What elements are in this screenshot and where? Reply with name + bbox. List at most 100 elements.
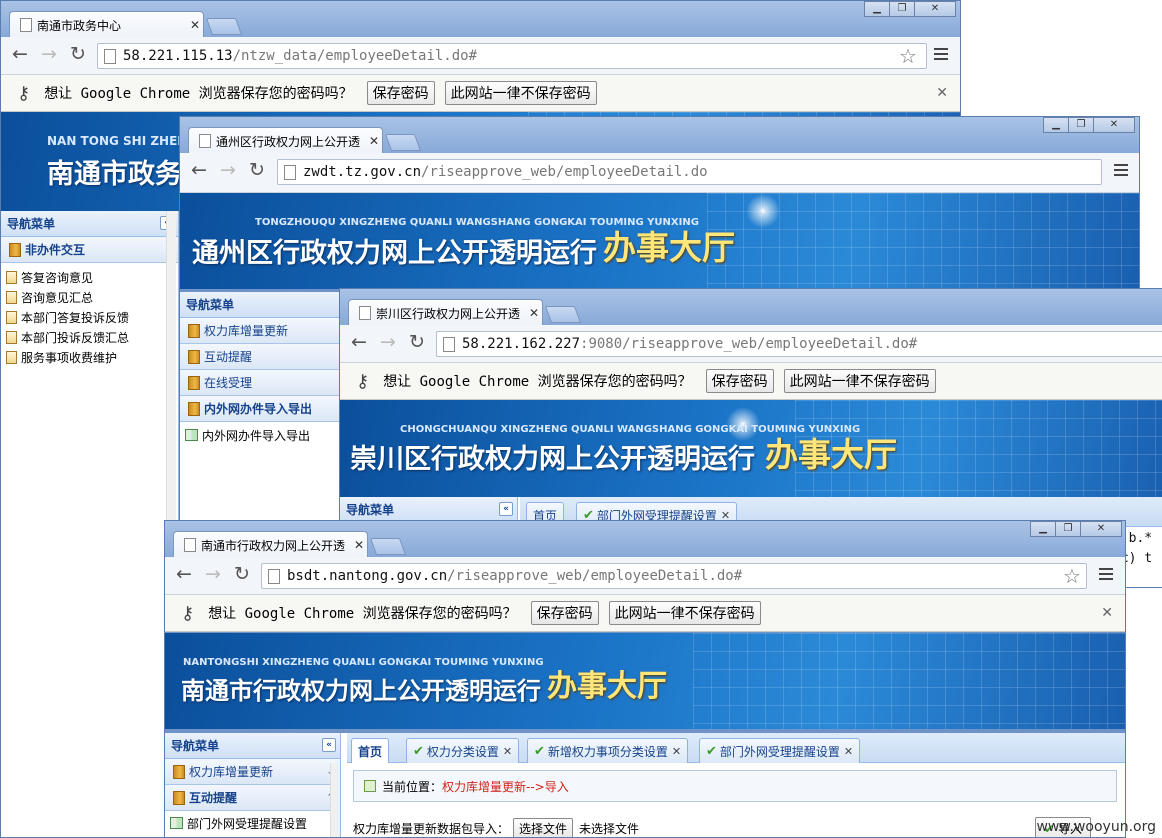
never-save-password-button[interactable]: 此网站一律不保存密码 [783,369,936,393]
tab-label: 新增权力事项分类设置 [547,744,668,759]
address-bar[interactable]: bsdt.nantong.gov.cn/riseapprove_web/empl… [261,563,1087,589]
sidebar-section[interactable]: 权力库增量更新 [180,318,339,344]
page-tabstrip: 首页 ✔ 权力分类设置 ✕ ✔ 新增权力事项分类设置 ✕ ✔ 部门外网受理提醒设置 ✕ [347,733,1125,763]
favicon-icon [20,18,32,32]
address-bar[interactable]: 58.221.115.13/ntzw_data/employeeDetail.d… [97,43,927,69]
sidebar-item[interactable]: 咨询意见汇总 [1,287,178,307]
sidebar-section[interactable]: 在线受理 [180,370,339,396]
address-bar[interactable]: zwdt.tz.gov.cn/riseapprove_web/employeeD… [277,159,1102,185]
sidebar-section[interactable]: 内外网办件导入导出 [180,396,339,422]
location-path[interactable]: 权力库增量更新-->导入 [442,778,569,795]
tab-close-icon[interactable]: ✕ [672,745,681,758]
minimize-button[interactable]: ▁ [1030,521,1056,537]
tab-home[interactable]: 首页 [351,738,390,763]
sidebar-item[interactable]: 服务事项收费维护 [1,347,178,367]
forward-arrow-icon[interactable]: → [38,43,60,65]
minimize-button[interactable]: ▁ [1043,117,1069,133]
sidebar-item[interactable]: 本部门答复投诉反馈 [1,307,178,327]
sidebar-item-label: 本部门答复投诉反馈 [21,310,130,325]
new-tab-button[interactable] [544,306,582,323]
back-arrow-icon[interactable]: ← [348,331,370,353]
back-arrow-icon[interactable]: ← [188,159,210,181]
sidebar-header: 导航菜单 [180,292,339,318]
bookmark-star-icon[interactable]: ☆ [1063,564,1081,588]
site-banner: NANTONGSHI XINGZHENG QUANLI GONGKAI TOUM… [165,633,1125,729]
back-arrow-icon[interactable]: ← [173,563,195,585]
file-status: 未选择文件 [579,821,640,836]
forward-arrow-icon[interactable]: → [202,563,224,585]
infobar-message: 想让 Google Chrome 浏览器保存您的密码吗？ [44,86,353,102]
url-host: bsdt.nantong.gov.cn [287,568,448,584]
chrome-menu-icon[interactable] [1099,568,1113,582]
upload-row: 权力库增量更新数据包导入： 选择文件 未选择文件 ✔ 导入 [353,815,1113,837]
tab-label: 权力分类设置 [426,744,499,759]
infobar-close-icon[interactable]: ✕ [936,85,948,101]
tab-close-icon[interactable]: ✕ [844,745,853,758]
reload-icon[interactable]: ↻ [67,43,89,65]
banner-title: 崇川区行政权力网上公开透明运行 [350,444,755,475]
close-window-button[interactable]: ✕ [914,1,956,17]
sidebar-item[interactable]: 内外网办件导入导出 [180,425,339,445]
nav-sidebar: 导航菜单 « 非办件交互 ⌃ 答复咨询意见 咨询意见汇总 本部门答复投诉反馈 本… [1,211,179,837]
browser-tab[interactable]: 通州区行政权力网上公开透 ✕ [188,127,383,154]
save-password-button[interactable]: 保存密码 [705,369,774,393]
tab-close-icon[interactable]: ✕ [351,538,367,552]
bookmark-star-icon[interactable]: ☆ [899,44,917,68]
tab-new-power-category[interactable]: ✔ 新增权力事项分类设置 ✕ [527,738,689,763]
tab-power-category[interactable]: ✔ 权力分类设置 ✕ [406,738,520,763]
sidebar-item[interactable]: 本部门投诉反馈汇总 [1,327,178,347]
check-icon: ✔ [534,743,545,759]
sidebar-section[interactable]: 互动提醒 [180,344,339,370]
section-label: 非办件交互 [25,243,86,257]
maximize-button[interactable]: ❐ [1068,117,1094,133]
browser-tab[interactable]: 南通市行政权力网上公开透 ✕ [173,531,368,558]
sidebar-item[interactable]: 部门外网受理提醒设置 [165,813,340,833]
never-save-password-button[interactable]: 此网站一律不保存密码 [444,81,597,105]
collapse-icon[interactable]: « [499,502,513,516]
browser-toolbar: ← → ↻ 58.221.115.13/ntzw_data/employeeDe… [1,37,960,75]
back-arrow-icon[interactable]: ← [9,43,31,65]
page-icon [284,164,296,180]
reload-icon[interactable]: ↻ [246,159,268,181]
browser-tab[interactable]: 南通市政务中心 ✕ [9,11,204,38]
maximize-button[interactable]: ❐ [1055,521,1081,537]
save-password-button[interactable]: 保存密码 [530,601,599,625]
tab-reminder-settings[interactable]: ✔ 部门外网受理提醒设置 ✕ [699,738,861,763]
never-save-password-button[interactable]: 此网站一律不保存密码 [608,601,761,625]
sidebar-item[interactable]: 答复咨询意见 [1,267,178,287]
collapse-icon[interactable]: « [322,738,336,752]
maximize-button[interactable]: ❐ [889,1,915,17]
tab-close-icon[interactable]: ✕ [366,134,382,148]
save-password-button[interactable]: 保存密码 [366,81,435,105]
browser-tab[interactable]: 崇川区行政权力网上公开透 ✕ [348,299,543,326]
tab-close-icon[interactable]: ✕ [187,18,203,32]
book-icon [188,375,200,390]
book-icon [188,401,200,416]
sidebar-section[interactable]: 权力库增量更新⌄ [165,759,340,785]
address-bar[interactable]: 58.221.162.227:9080/riseapprove_web/empl… [436,331,1162,357]
close-window-button[interactable]: ✕ [1080,521,1122,537]
choose-file-button[interactable]: 选择文件 [513,817,574,837]
new-tab-button[interactable] [369,538,407,555]
sidebar-header: 导航菜单 « [165,733,340,759]
reload-icon[interactable]: ↻ [231,563,253,585]
tab-close-icon[interactable]: ✕ [526,306,542,320]
new-tab-button[interactable] [384,134,422,151]
close-window-button[interactable]: ✕ [1093,117,1135,133]
forward-arrow-icon[interactable]: → [377,331,399,353]
new-tab-button[interactable] [205,18,243,35]
sidebar-section[interactable]: 互动提醒⌃ [165,785,340,811]
sidebar-section[interactable]: 非办件交互 ⌃ [1,237,178,263]
forward-arrow-icon[interactable]: → [217,159,239,181]
infobar-close-icon[interactable]: ✕ [1101,605,1113,621]
reload-icon[interactable]: ↻ [406,331,428,353]
minimize-button[interactable]: ▁ [864,1,890,17]
chrome-menu-icon[interactable] [1114,164,1128,178]
page-icon [268,568,280,584]
browser-toolbar: ← → ↻ bsdt.nantong.gov.cn/riseapprove_we… [165,557,1125,595]
tab-title: 南通市政务中心 [37,18,122,33]
chrome-menu-icon[interactable] [934,48,948,62]
banner-pinyin: NANTONGSHI XINGZHENG QUANLI GONGKAI TOUM… [183,657,544,668]
sidebar-scrollbar[interactable] [330,763,340,837]
tab-close-icon[interactable]: ✕ [503,745,512,758]
